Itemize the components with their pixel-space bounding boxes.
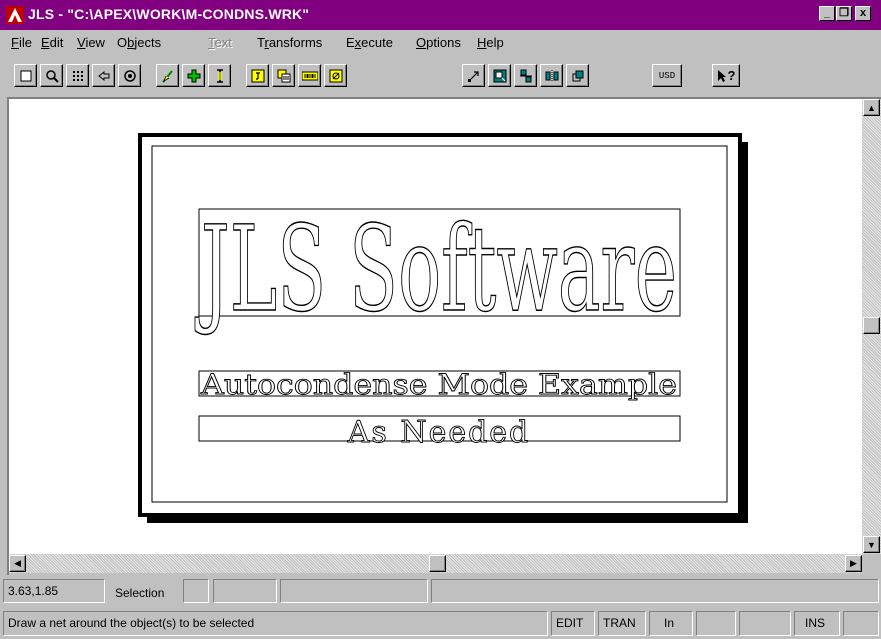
status-field-5 (696, 611, 736, 636)
grid-icon (72, 70, 83, 81)
menu-view[interactable]: View (77, 35, 105, 50)
window-title: JLS - "C:\APEX\WORK\M-CONDNS.WRK" (28, 6, 310, 22)
align-button[interactable] (514, 64, 537, 87)
scroll-up-button[interactable]: ▲ (863, 99, 880, 116)
text-object-button[interactable] (246, 64, 269, 87)
status-hint: Draw a net around the object(s) to be se… (3, 611, 548, 636)
horizontal-scrollbar[interactable]: ◀ ▶ (9, 554, 862, 573)
arrow-right-icon: ▶ (850, 558, 857, 568)
menu-file[interactable]: File (11, 35, 32, 50)
transform-button[interactable] (566, 64, 589, 87)
menu-transforms[interactable]: Transforms (257, 35, 322, 50)
menu-edit[interactable]: Edit (41, 35, 63, 50)
status-field-7 (843, 611, 879, 636)
status-bar-bottom: Draw a net around the object(s) to be se… (0, 608, 881, 639)
zoom-icon (45, 69, 59, 83)
transform-icon (572, 70, 583, 81)
edit-indicator: EDIT (551, 611, 595, 636)
layers-button[interactable] (272, 64, 295, 87)
design-canvas[interactable]: JLS Software Autocondense Mode Example A… (9, 99, 862, 554)
coordinates-readout: 3.63,1.85 (3, 579, 105, 603)
menu-objects[interactable]: Objects (117, 35, 161, 50)
app-logo-icon[interactable] (6, 6, 24, 24)
units-indicator: In (649, 611, 693, 636)
menu-help[interactable]: Help (477, 35, 504, 50)
tran-indicator: TRAN (598, 611, 646, 636)
status-field-3 (280, 579, 428, 603)
resize-icon (493, 69, 506, 82)
move-button[interactable] (462, 64, 485, 87)
line1-text: Autocondense Mode Example (200, 368, 677, 401)
minimize-button[interactable]: _ (819, 6, 835, 21)
scroll-right-button[interactable]: ▶ (845, 555, 862, 572)
scroll-down-button[interactable]: ▼ (863, 536, 880, 553)
close-button[interactable]: x (855, 6, 871, 21)
status-field-2 (213, 579, 277, 603)
toolbar: USD ? (0, 58, 881, 94)
back-arrow-icon (97, 70, 109, 81)
draw-tool-button[interactable] (156, 64, 179, 87)
image-button[interactable] (324, 64, 347, 87)
new-page-button[interactable] (14, 64, 37, 87)
back-button[interactable] (92, 64, 115, 87)
vertical-scroll-thumb[interactable] (863, 317, 880, 334)
maximize-button[interactable]: ❐ (836, 6, 852, 21)
help-pointer-icon (717, 69, 726, 82)
add-icon (187, 69, 200, 82)
usd-button[interactable]: USD (652, 64, 682, 87)
layers-icon (277, 69, 290, 82)
context-help-button[interactable]: ? (712, 64, 740, 87)
title-text: JLS Software (195, 200, 677, 338)
arrow-up-icon: ▲ (867, 102, 876, 113)
view-button[interactable] (118, 64, 141, 87)
help-question-mark: ? (727, 68, 736, 83)
barcode-button[interactable] (298, 64, 321, 87)
new-page-icon (20, 70, 31, 81)
label-drawing: JLS Software Autocondense Mode Example A… (138, 133, 748, 523)
mode-label: Selection (115, 586, 165, 600)
move-arrow-icon (467, 70, 479, 82)
vertical-scrollbar[interactable]: ▲ ▼ (862, 99, 881, 554)
grid-button[interactable] (66, 64, 89, 87)
menu-bar: File Edit View Objects Text Transforms E… (0, 31, 881, 55)
resize-button[interactable] (488, 64, 511, 87)
text-object-icon (251, 69, 264, 82)
arrow-down-icon: ▼ (867, 539, 876, 550)
line2-text: As Needed (347, 415, 531, 450)
ins-indicator: INS (794, 611, 840, 636)
zoom-button[interactable] (40, 64, 63, 87)
text-cursor-icon (216, 68, 223, 83)
status-bar-top: 3.63,1.85 Selection (0, 576, 881, 606)
status-field-4 (431, 579, 879, 603)
add-object-button[interactable] (182, 64, 205, 87)
status-field-1 (183, 579, 209, 603)
arrow-left-icon: ◀ (14, 558, 21, 568)
pencil-icon (161, 69, 173, 83)
status-field-6 (739, 611, 791, 636)
barcode-icon (301, 71, 318, 80)
text-cursor-button[interactable] (208, 64, 231, 87)
image-icon (329, 69, 342, 82)
title-bar: JLS - "C:\APEX\WORK\M-CONDNS.WRK" _ ❐ x (0, 0, 881, 30)
menu-execute[interactable]: Execute (346, 35, 393, 50)
align-icon (519, 69, 532, 82)
horizontal-scroll-thumb[interactable] (429, 555, 446, 572)
scroll-left-button[interactable]: ◀ (9, 555, 26, 572)
menu-text[interactable]: Text (208, 35, 232, 50)
menu-options[interactable]: Options (416, 35, 461, 50)
distribute-button[interactable] (540, 64, 563, 87)
distribute-icon (545, 69, 558, 82)
view-icon (123, 69, 136, 82)
